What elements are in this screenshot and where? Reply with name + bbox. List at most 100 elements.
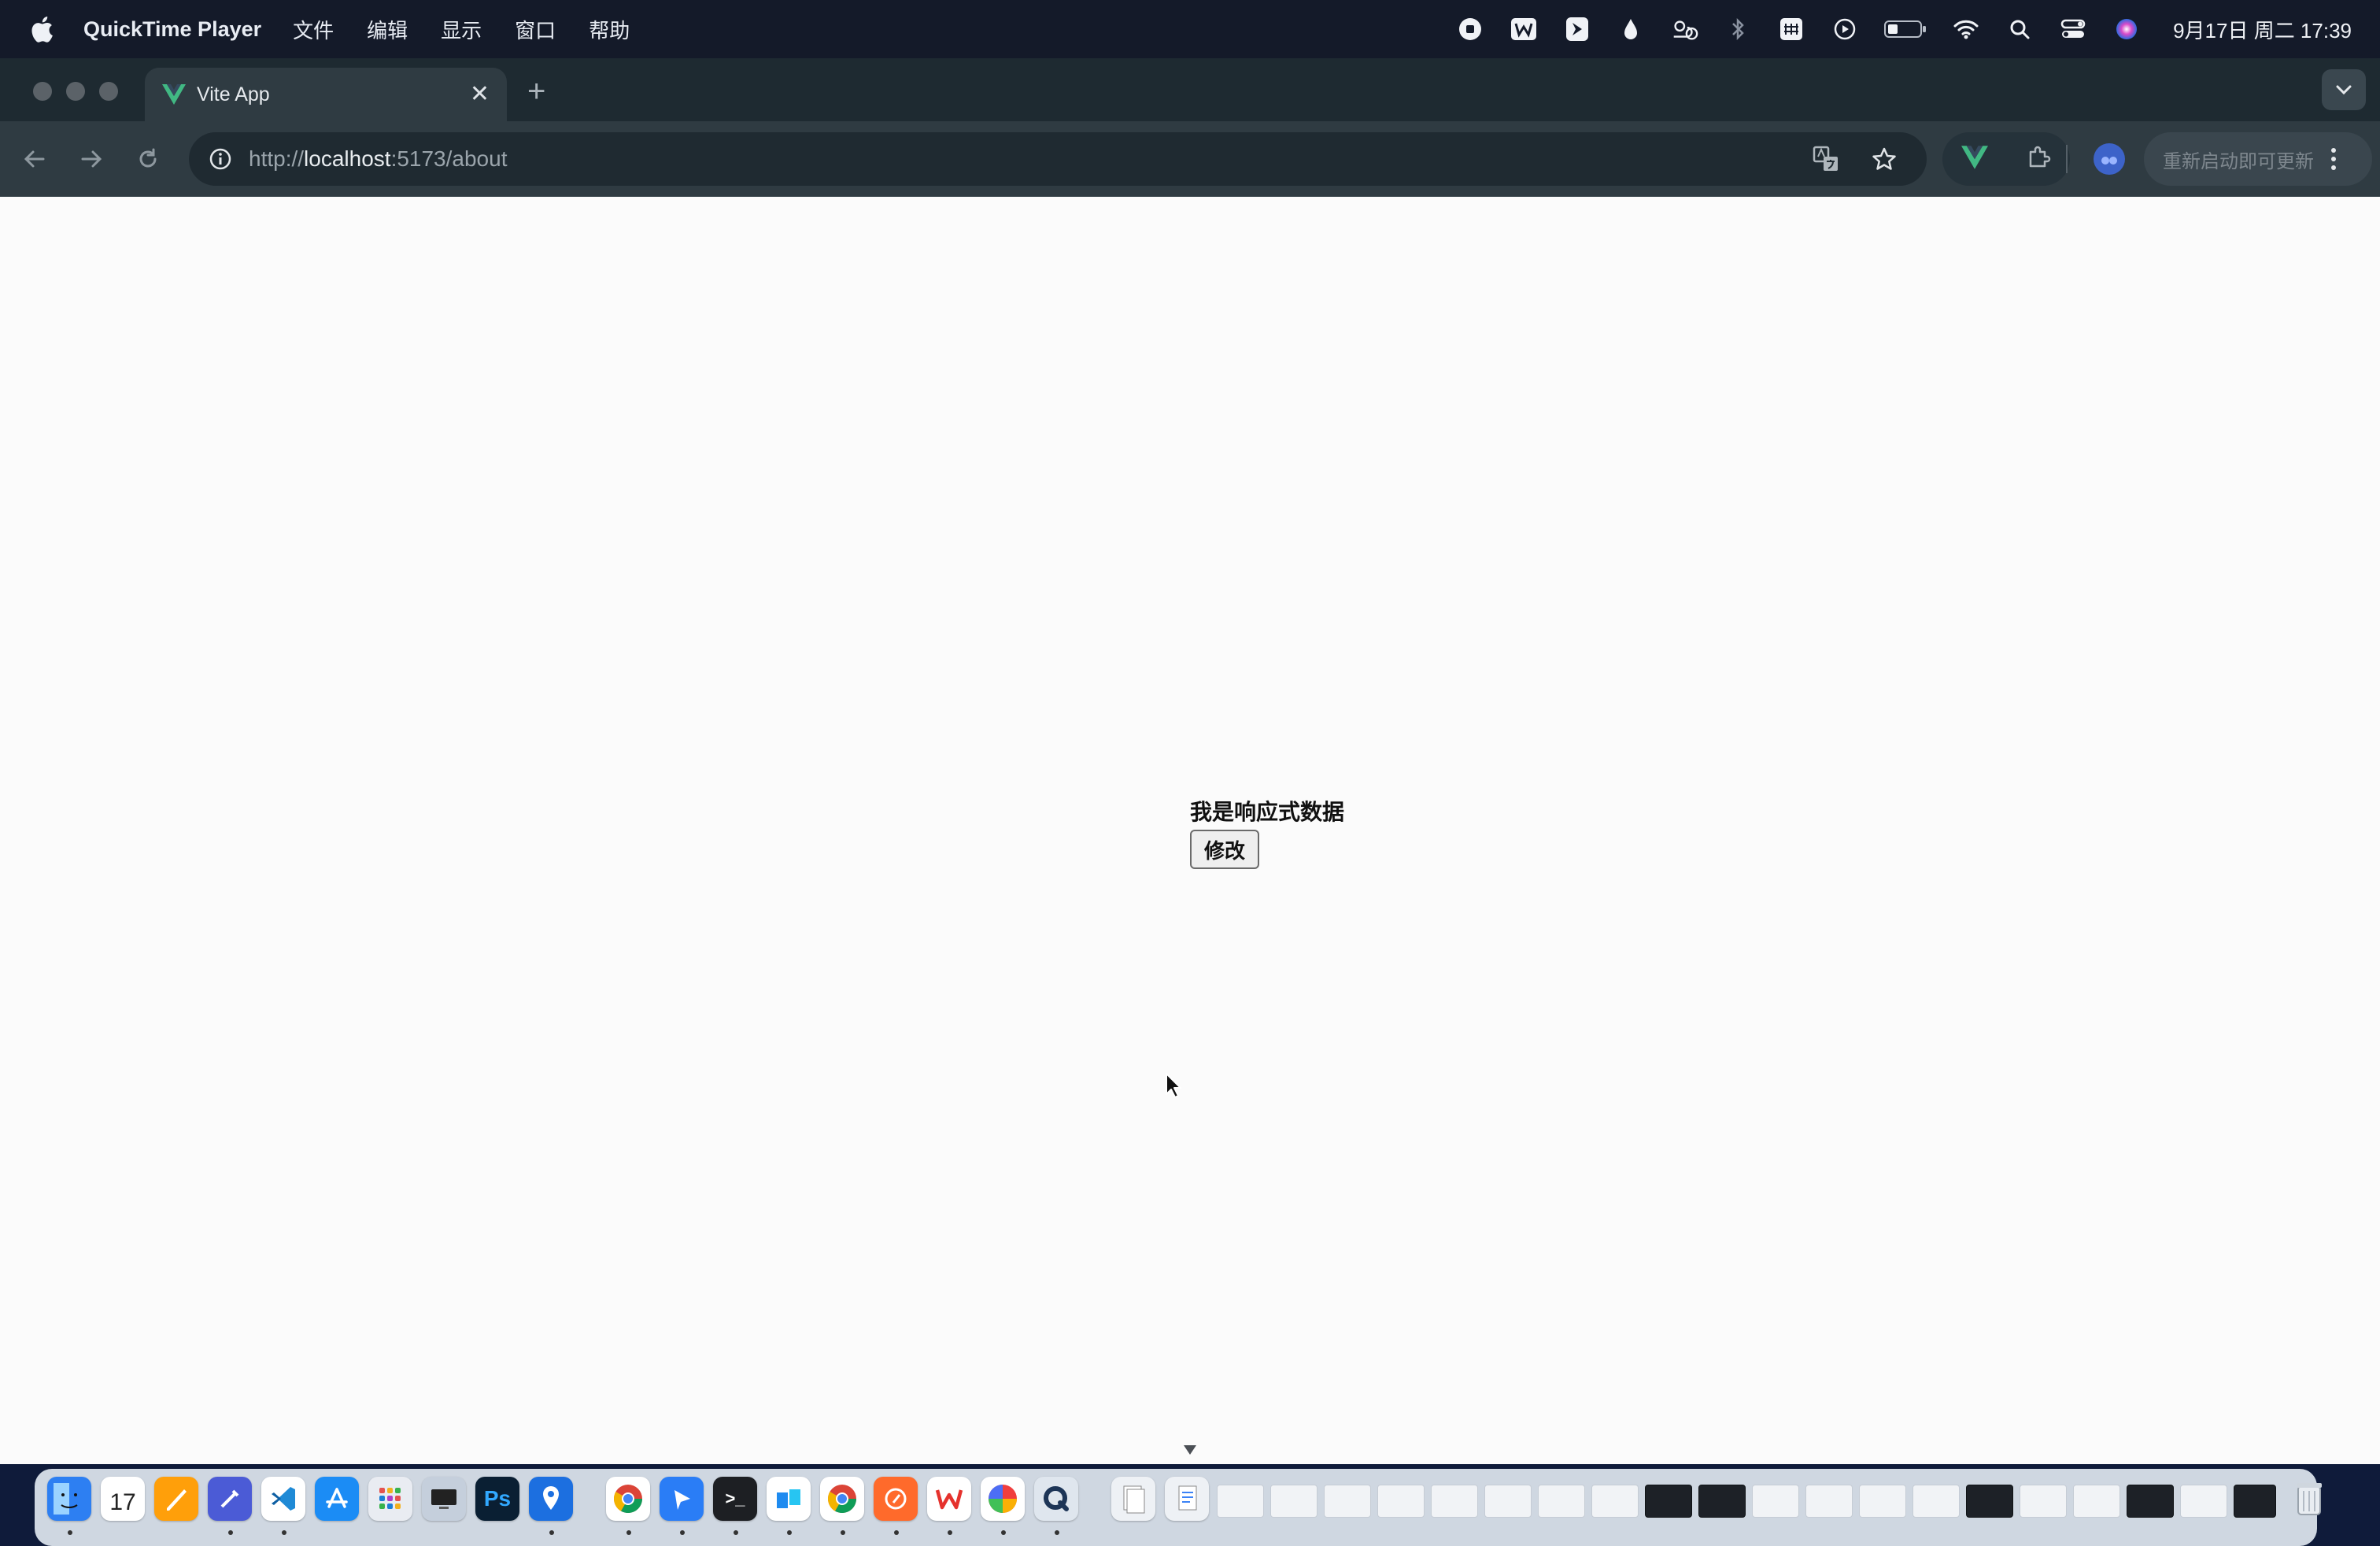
record-stop-icon[interactable] (1455, 14, 1485, 44)
minimized-window-thumbnail[interactable] (1805, 1485, 1853, 1518)
calendar-date: 17 (109, 1489, 136, 1515)
minimized-window-thumbnail[interactable] (2127, 1485, 2174, 1518)
bookmark-star-icon[interactable] (1868, 143, 1900, 175)
drop-icon[interactable] (1616, 14, 1646, 44)
minimized-window-thumbnail[interactable] (1913, 1485, 1960, 1518)
vscode-icon[interactable] (261, 1477, 305, 1521)
reload-icon[interactable] (129, 140, 167, 178)
site-info-icon[interactable] (205, 143, 236, 175)
translate-icon[interactable] (1810, 143, 1842, 175)
forward-arrow-icon[interactable] (72, 140, 110, 178)
vue-devtools-extension-icon[interactable] (1961, 145, 1988, 173)
minimized-window-thumbnail[interactable] (1591, 1485, 1639, 1518)
control-center-icon[interactable] (2058, 14, 2088, 44)
minimized-window-thumbnail[interactable] (1698, 1485, 1746, 1518)
minimized-window-thumbnail[interactable] (1217, 1485, 1264, 1518)
tab-close-icon[interactable]: ✕ (470, 83, 490, 106)
more-menu-icon[interactable] (2331, 148, 2336, 170)
window-controls (33, 82, 118, 101)
running-indicator (680, 1530, 685, 1535)
new-tab-icon[interactable]: + (527, 76, 545, 107)
minimized-window-thumbnail[interactable] (2073, 1485, 2120, 1518)
tencent-meeting-icon[interactable] (767, 1477, 811, 1521)
apple-menu-icon[interactable] (14, 16, 69, 43)
quicktime-icon[interactable] (1034, 1477, 1078, 1521)
menu-view[interactable]: 显示 (441, 15, 482, 44)
photoshop-icon[interactable]: Ps (475, 1477, 519, 1521)
url-text[interactable]: http://localhost:5173/about (249, 146, 507, 172)
extensions-puzzle-icon[interactable] (2026, 145, 2051, 174)
minimized-window-thumbnail[interactable] (1377, 1485, 1425, 1518)
minimized-window-thumbnail[interactable] (1645, 1485, 1692, 1518)
trash-icon[interactable] (2287, 1477, 2331, 1521)
tab-vite-app[interactable]: Vite App ✕ (145, 68, 507, 121)
status-area: 9月17日 周二 17:39 (1455, 0, 2352, 58)
menu-file[interactable]: 文件 (293, 15, 334, 44)
minimize-window-button[interactable] (66, 82, 85, 101)
wifi-icon[interactable] (1951, 14, 1981, 44)
minimized-window-thumbnail[interactable] (1752, 1485, 1799, 1518)
dock-reveal-chevron-icon[interactable] (1179, 1439, 1201, 1465)
minimized-window-thumbnail[interactable] (1538, 1485, 1585, 1518)
chrome-icon[interactable] (606, 1477, 650, 1521)
minimized-window-thumbnail[interactable] (2180, 1485, 2227, 1518)
page-content: 我是响应式数据 修改 (0, 197, 2380, 1464)
calendar-icon[interactable]: 17 (101, 1477, 145, 1521)
running-indicator (948, 1530, 952, 1535)
minimized-window-thumbnail[interactable] (1270, 1485, 1318, 1518)
back-arrow-icon[interactable] (16, 140, 54, 178)
update-browser-button[interactable]: 重新启动即可更新 (2144, 132, 2372, 186)
minimized-window-thumbnail[interactable] (2020, 1485, 2067, 1518)
running-indicator (626, 1530, 631, 1535)
app-store-icon[interactable] (315, 1477, 359, 1521)
feishu-icon[interactable] (1562, 14, 1592, 44)
running-indicator (894, 1530, 899, 1535)
screen-sharing-icon[interactable] (422, 1477, 466, 1521)
play-icon[interactable] (1830, 14, 1860, 44)
minimized-window-thumbnail[interactable] (1484, 1485, 1532, 1518)
feishu-app-icon[interactable] (660, 1477, 704, 1521)
running-indicator (787, 1530, 792, 1535)
close-window-button[interactable] (33, 82, 52, 101)
minimized-window-thumbnail[interactable] (1431, 1485, 1478, 1518)
finder-icon[interactable] (47, 1477, 91, 1521)
menu-window[interactable]: 窗口 (515, 15, 556, 44)
running-indicator (68, 1530, 72, 1535)
tab-search-button[interactable] (2322, 69, 2366, 110)
menubar-clock[interactable]: 9月17日 周二 17:39 (2173, 15, 2352, 44)
launchpad-icon[interactable] (368, 1477, 412, 1521)
running-indicator (282, 1530, 286, 1535)
minimized-window-thumbnail[interactable] (1324, 1485, 1371, 1518)
input-method-icon[interactable] (1776, 14, 1806, 44)
wps-office-icon[interactable] (927, 1477, 971, 1521)
menu-edit[interactable]: 编辑 (367, 15, 408, 44)
minimized-window-thumbnail[interactable] (1859, 1485, 1906, 1518)
profile-avatar-icon[interactable] (2094, 143, 2125, 175)
color-picker-icon[interactable] (981, 1477, 1025, 1521)
menu-bar: QuickTime Player 文件 编辑 显示 窗口 帮助 9月17日 周二… (0, 0, 2380, 58)
maps-pin-icon[interactable] (529, 1477, 573, 1521)
active-app-name[interactable]: QuickTime Player (83, 17, 261, 42)
xcode-instruments-icon[interactable] (208, 1477, 252, 1521)
pages-icon[interactable] (154, 1477, 198, 1521)
toolbar-separator (2066, 145, 2068, 173)
bluetooth-icon[interactable] (1723, 14, 1753, 44)
siri-icon[interactable] (2112, 14, 2142, 44)
weather-icon[interactable] (1669, 14, 1699, 44)
battery-icon[interactable] (1883, 14, 1927, 44)
address-bar[interactable]: http://localhost:5173/about (189, 132, 1927, 186)
zoom-window-button[interactable] (99, 82, 118, 101)
terminal-icon[interactable]: >_ (713, 1477, 757, 1521)
modify-button[interactable]: 修改 (1190, 830, 1260, 869)
folder-stack-icon[interactable] (1111, 1477, 1155, 1521)
wps-icon[interactable] (1509, 14, 1539, 44)
postman-icon[interactable] (874, 1477, 918, 1521)
spotlight-search-icon[interactable] (2005, 14, 2034, 44)
document-stack-icon[interactable] (1165, 1477, 1209, 1521)
minimized-window-thumbnail[interactable] (1966, 1485, 2013, 1518)
minimized-window-thumbnail[interactable] (2234, 1485, 2276, 1518)
browser-toolbar: http://localhost:5173/about 重新启动即可更新 (0, 121, 2380, 198)
chrome-secondary-icon[interactable] (820, 1477, 864, 1521)
menu-help[interactable]: 帮助 (589, 15, 630, 44)
update-label: 重新启动即可更新 (2163, 150, 2314, 172)
